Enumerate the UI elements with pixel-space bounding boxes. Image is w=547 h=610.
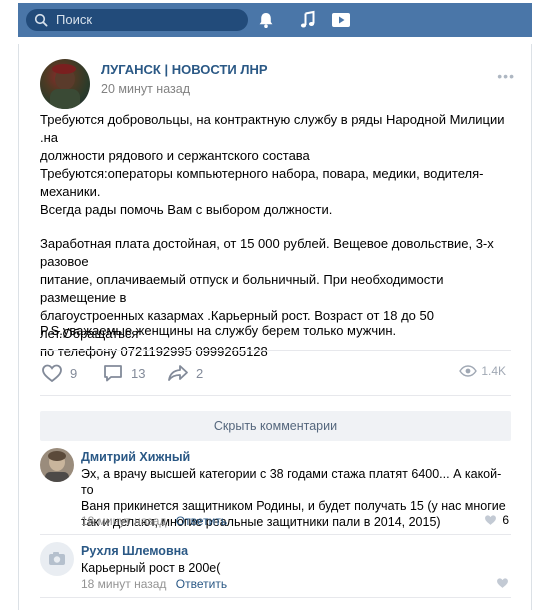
post-line: питание, оплачиваемый отпуск и больничны… [40,272,444,305]
post-paragraph: Заработная плата достойная, от 15 000 ру… [40,235,522,361]
commenter-avatar[interactable] [40,542,74,576]
hide-comments-button[interactable]: Скрыть комментарии [40,411,511,441]
views-counter: 1.4K [459,364,506,378]
author-avatar[interactable] [40,59,90,109]
post-paragraph: P.S.уважаемые женщины на службу берем то… [40,322,522,340]
post-line: должности рядового и сержантского состав… [40,148,310,163]
comment-line: Карьерный рост в 200е( [81,561,221,575]
top-bar: Поиск [18,3,532,37]
share-count: 2 [196,365,204,381]
comment-timestamp[interactable]: 18 минут назад [81,577,166,591]
divider [40,597,511,598]
play-icon[interactable] [331,10,351,30]
reply-button[interactable]: Ответить [176,514,227,528]
divider [40,350,511,351]
comment-meta: 18 минут назад Ответить [81,514,227,528]
post-line: Всегда рады помочь Вам с выбором должнос… [40,202,333,217]
music-icon[interactable] [298,10,318,30]
post-line: Требуются:операторы компьютерного набора… [40,166,484,181]
bell-icon[interactable] [256,10,276,30]
post-line: по телефону 0721192995 0999265128 [40,344,268,359]
post-line: P.S.уважаемые женщины на службу берем то… [40,323,397,338]
like-count: 9 [70,365,78,381]
heart-icon [42,364,62,383]
comment-like-button[interactable] [496,577,509,589]
post-timestamp[interactable]: 20 минут назад [101,82,190,96]
like-button[interactable]: 9 [40,362,77,384]
reply-button[interactable]: Ответить [176,577,227,591]
commenter-name[interactable]: Дмитрий Хижный [81,450,190,464]
post-paragraph: Требуются добровольцы, на контрактную сл… [40,111,522,165]
commenter-name[interactable]: Рухля Шлемовна [81,544,188,558]
camera-icon [49,552,65,565]
heart-icon [497,578,508,588]
post-line: Требуются добровольцы, на контрактную сл… [40,112,505,145]
share-button[interactable]: 2 [166,362,203,384]
divider [40,534,511,535]
search-placeholder: Поиск [56,12,93,27]
comment-button[interactable]: 13 [101,362,145,384]
commenter-avatar[interactable] [40,448,74,482]
search-icon [34,13,48,27]
divider [40,395,511,396]
eye-icon [459,365,478,377]
comment-line: Эх, а врачу высшей категории с 38 годами… [81,467,502,497]
heart-icon [485,515,497,525]
comment-meta: 18 минут назад Ответить [81,577,227,591]
more-options-icon[interactable]: ••• [497,68,515,84]
comment-like-count: 6 [502,513,509,527]
views-count: 1.4K [481,364,506,378]
search-input[interactable]: Поиск [26,9,248,31]
comment-like-button[interactable]: 6 [484,513,509,527]
author-name[interactable]: ЛУГАНСК | НОВОСТИ ЛНР [101,62,268,77]
comment-text: Карьерный рост в 200е( [81,560,511,576]
comment-line: Ваня прикинется защитником Родины, и буд… [81,499,506,513]
share-icon [168,365,188,381]
post-paragraph: Требуются:операторы компьютерного набора… [40,165,522,219]
post-line: Заработная плата достойная, от 15 000 ру… [40,236,494,269]
comment-count: 13 [131,365,146,381]
comment-icon [104,365,122,382]
comment-timestamp[interactable]: 18 минут назад [81,514,166,528]
post-card: ЛУГАНСК | НОВОСТИ ЛНР 20 минут назад •••… [18,44,532,610]
post-line: механики. [40,184,101,199]
